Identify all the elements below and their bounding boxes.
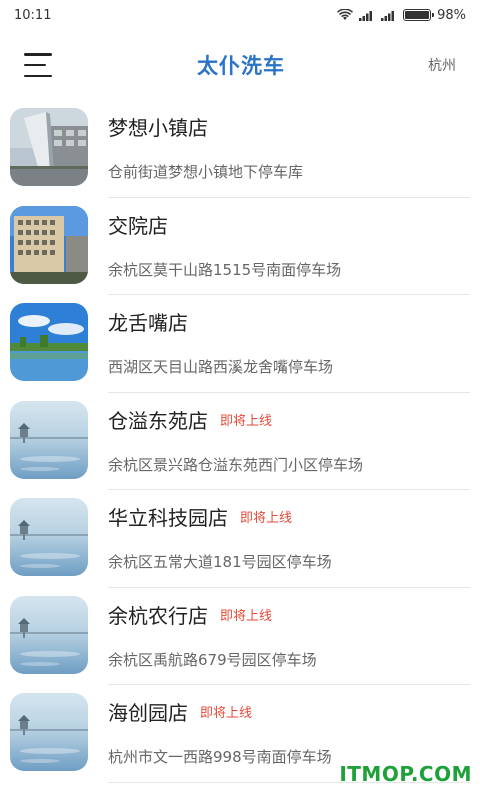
wifi-icon (337, 9, 354, 20)
store-thumbnail (10, 205, 88, 284)
city-selector[interactable]: 杭州 (428, 55, 456, 75)
store-item[interactable]: 仓溢东苑店 即将上线余杭区景兴路仓溢东苑西门小区停车场 (0, 393, 480, 490)
coming-soon-badge: 即将上线 (220, 413, 273, 429)
page-title: 太仆洗车 (197, 54, 285, 78)
battery-percent: 98% (437, 7, 466, 23)
store-thumbnail (10, 108, 88, 186)
signal-icon (381, 11, 395, 21)
store-item[interactable]: 交院店余杭区莫干山路1515号南面停车场 (0, 198, 480, 295)
store-title-row: 华立科技园店 即将上线 (108, 502, 470, 531)
store-thumbnail (10, 595, 88, 674)
signal-icon (359, 11, 373, 21)
store-item[interactable]: 华立科技园店 即将上线余杭区五常大道181号园区停车场 (0, 490, 480, 588)
status-icons: 98% (337, 8, 466, 23)
store-name: 海创园店 (108, 701, 188, 725)
coming-soon-badge: 即将上线 (200, 706, 253, 721)
store-address: 余杭区景兴路仓溢东苑西门小区停车场 (108, 455, 364, 474)
coming-soon-badge: 即将上线 (240, 511, 293, 526)
store-thumbnail (10, 498, 88, 576)
store-thumbnail (10, 400, 88, 479)
store-title-row: 海创园店 即将上线 (108, 697, 470, 726)
battery-icon (403, 9, 435, 21)
watermark: ITMOP.COM (339, 762, 472, 786)
store-thumbnail (10, 693, 88, 771)
store-address: 仓前街道梦想小镇地下停车库 (108, 163, 304, 181)
store-info: 交院店余杭区莫干山路1515号南面停车场 (108, 198, 470, 295)
store-info: 华立科技园店 即将上线余杭区五常大道181号园区停车场 (108, 490, 470, 588)
store-thumbnail (10, 303, 88, 381)
store-item[interactable]: 梦想小镇店仓前街道梦想小镇地下停车库 (0, 100, 480, 198)
store-info: 梦想小镇店仓前街道梦想小镇地下停车库 (108, 100, 470, 198)
store-title-row: 余杭农行店 即将上线 (108, 600, 470, 629)
store-info: 余杭农行店 即将上线余杭区禹航路679号园区停车场 (108, 588, 470, 685)
store-list: 梦想小镇店仓前街道梦想小镇地下停车库交院店余杭区莫干山路1515号南面停车场龙舌… (0, 100, 480, 783)
store-name: 交院店 (108, 213, 168, 238)
store-title-row: 仓溢东苑店 即将上线 (108, 405, 470, 434)
coming-soon-badge: 即将上线 (220, 608, 273, 624)
store-title-row: 交院店 (108, 210, 470, 239)
store-name: 龙舌嘴店 (108, 311, 188, 335)
store-name: 仓溢东苑店 (108, 408, 208, 433)
store-title-row: 龙舌嘴店 (108, 307, 470, 336)
app-header: 太仆洗车 杭州 (0, 30, 480, 100)
store-name: 华立科技园店 (108, 506, 228, 530)
store-address: 余杭区五常大道181号园区停车场 (108, 553, 332, 571)
store-name: 余杭农行店 (108, 603, 208, 628)
store-name: 梦想小镇店 (108, 116, 208, 140)
status-bar: 10:11 98% (0, 0, 480, 30)
store-address: 余杭区禹航路679号园区停车场 (108, 650, 317, 669)
menu-icon[interactable] (24, 53, 54, 77)
store-title-row: 梦想小镇店 (108, 112, 470, 141)
store-info: 龙舌嘴店西湖区天目山路西溪龙舍嘴停车场 (108, 295, 470, 393)
store-item[interactable]: 龙舌嘴店西湖区天目山路西溪龙舍嘴停车场 (0, 295, 480, 393)
store-info: 仓溢东苑店 即将上线余杭区景兴路仓溢东苑西门小区停车场 (108, 393, 470, 490)
store-address: 余杭区莫干山路1515号南面停车场 (108, 260, 342, 279)
store-address: 西湖区天目山路西溪龙舍嘴停车场 (108, 358, 334, 376)
store-item[interactable]: 余杭农行店 即将上线余杭区禹航路679号园区停车场 (0, 588, 480, 685)
status-time: 10:11 (14, 7, 52, 23)
